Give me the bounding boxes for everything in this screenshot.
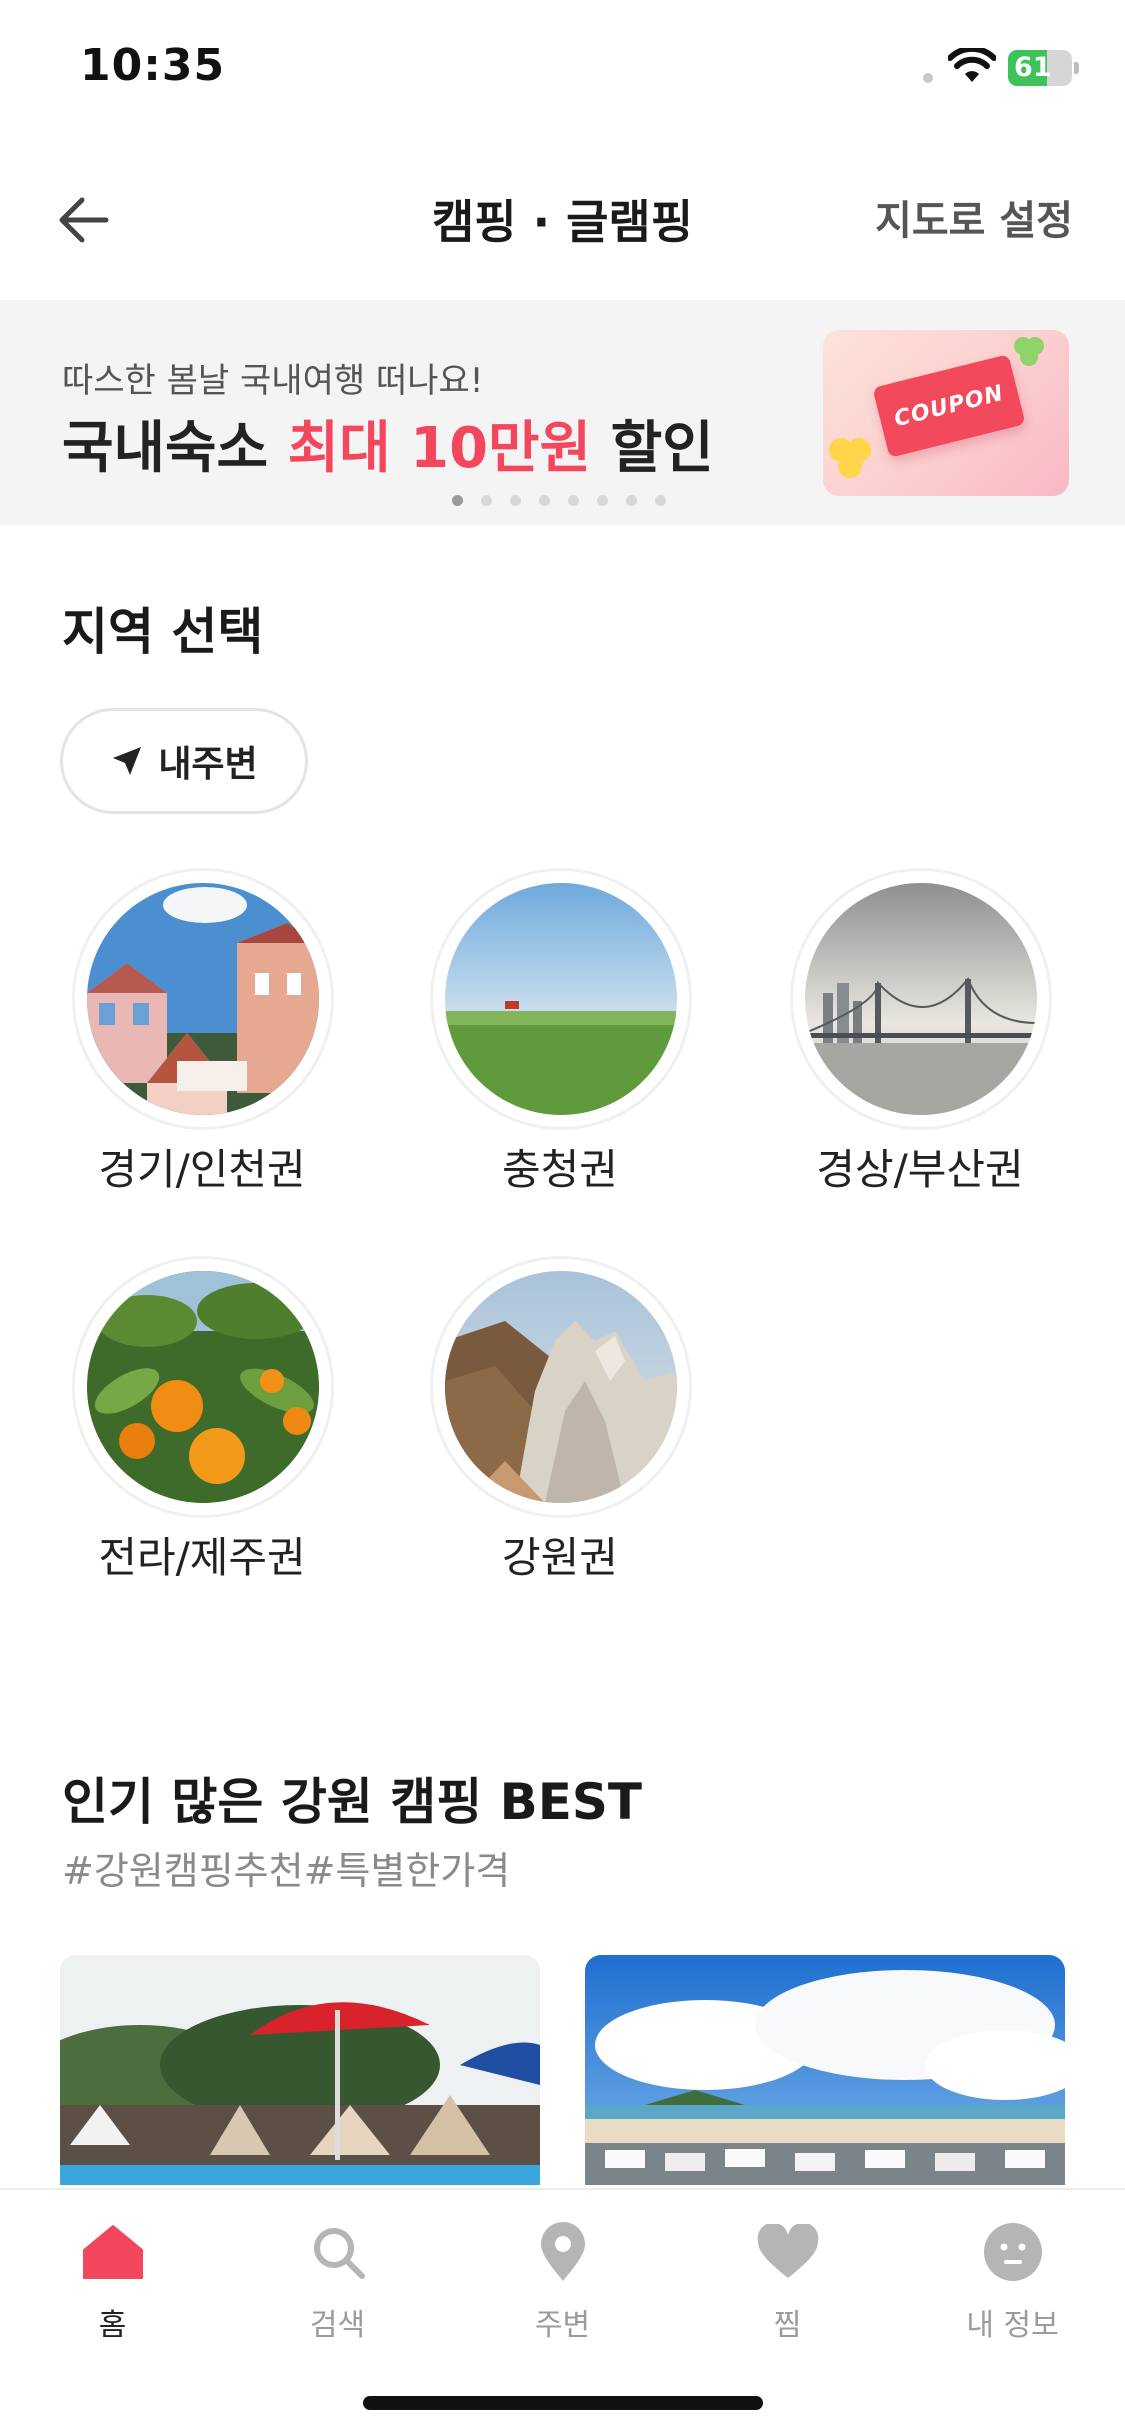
town-houses-image <box>87 883 319 1115</box>
wifi-icon <box>948 48 996 82</box>
banner-page-dot[interactable] <box>568 495 579 506</box>
rock-mountain-image <box>445 1271 677 1503</box>
tangerines-image <box>87 1271 319 1503</box>
banner-title-highlight: 최대 10만원 <box>287 416 592 481</box>
banner-pagination <box>452 495 666 507</box>
region-gyeonggi[interactable]: 경기/인천권 <box>62 868 334 1198</box>
banner-page-dot[interactable] <box>597 495 608 506</box>
best-section-title: 인기 많은 강원 캠핑 BEST <box>62 1773 643 1831</box>
heart-icon <box>757 2224 818 2278</box>
tab-home[interactable]: 홈 <box>0 2216 225 2356</box>
region-gyeongsang[interactable]: 경상/부산권 <box>780 868 1052 1198</box>
tab-wishlist[interactable]: 찜 <box>675 2216 900 2356</box>
region-jeolla[interactable]: 전라/제주권 <box>62 1256 334 1586</box>
back-arrow-icon <box>59 197 109 243</box>
battery-icon: 61 <box>1008 50 1079 86</box>
nearby-label: 내주변 <box>158 744 258 785</box>
banner-title-part1: 국내숙소 <box>62 416 288 481</box>
bridge-city-image <box>805 883 1037 1115</box>
flower-icon <box>829 438 871 478</box>
promo-banner[interactable]: 따스한 봄날 국내여행 떠나요! 국내숙소 최대 10만원 할인 COUPON <box>0 300 1125 525</box>
banner-page-dot[interactable] <box>510 495 521 506</box>
search-icon <box>313 2228 365 2279</box>
banner-page-dot[interactable] <box>539 495 550 506</box>
banner-page-dot[interactable] <box>655 495 666 506</box>
banner-page-dot[interactable] <box>452 495 463 506</box>
status-bar: 10:35 61 <box>0 0 1125 140</box>
banner-page-dot[interactable] <box>626 495 637 506</box>
banner-title: 국내숙소 최대 10만원 할인 <box>62 403 714 484</box>
region-gangwon[interactable]: 강원권 <box>420 1256 692 1586</box>
pool-glamping-image <box>60 1955 540 2185</box>
banner-subtitle: 따스한 봄날 국내여행 떠나요! <box>62 361 484 401</box>
nav-header: 캠핑 · 글램핑 지도로 설정 <box>0 140 1125 300</box>
best-hashtags: #강원캠핑추천#특별한가격 <box>62 1849 511 1893</box>
nearby-button[interactable]: 내주변 <box>60 708 308 814</box>
coupon-ticket: COUPON <box>872 354 1026 458</box>
home-icon <box>82 2225 143 2279</box>
region-name: 충청권 <box>502 1145 618 1194</box>
battery-text: 61 <box>1014 52 1052 83</box>
status-dot <box>923 73 933 83</box>
tab-label: 내 정보 <box>966 2308 1059 2343</box>
profile-icon <box>983 2223 1042 2281</box>
green-field-image <box>445 883 677 1115</box>
coupon-illustration: COUPON <box>823 330 1069 496</box>
region-name: 경상/부산권 <box>816 1145 1024 1194</box>
navigation-arrow-icon <box>113 747 142 775</box>
beach-campsite-image <box>585 1955 1065 2185</box>
banner-title-part2: 할인 <box>591 416 714 481</box>
home-indicator <box>363 2396 763 2410</box>
location-pin-icon <box>540 2222 585 2281</box>
region-name: 경기/인천권 <box>98 1145 306 1194</box>
tab-label: 주변 <box>534 2308 591 2343</box>
map-setting-link[interactable]: 지도로 설정 <box>875 188 1073 246</box>
region-chungcheong[interactable]: 충청권 <box>420 868 692 1198</box>
back-button[interactable] <box>50 190 116 250</box>
tab-search[interactable]: 검색 <box>225 2216 450 2356</box>
tab-label: 홈 <box>98 2308 127 2343</box>
tab-label: 검색 <box>309 2308 366 2343</box>
region-name: 전라/제주권 <box>98 1533 306 1582</box>
banner-page-dot[interactable] <box>481 495 492 506</box>
camping-card[interactable] <box>60 1955 540 2185</box>
clover-icon <box>1014 337 1044 366</box>
tab-label: 찜 <box>773 2308 802 2343</box>
tab-my-info[interactable]: 내 정보 <box>900 2216 1125 2356</box>
region-section-title: 지역 선택 <box>62 603 264 661</box>
coupon-text: COUPON <box>891 380 1007 432</box>
status-time: 10:35 <box>80 40 226 91</box>
camping-card[interactable] <box>585 1955 1065 2185</box>
region-name: 강원권 <box>502 1533 618 1582</box>
tab-nearby[interactable]: 주변 <box>450 2216 675 2356</box>
